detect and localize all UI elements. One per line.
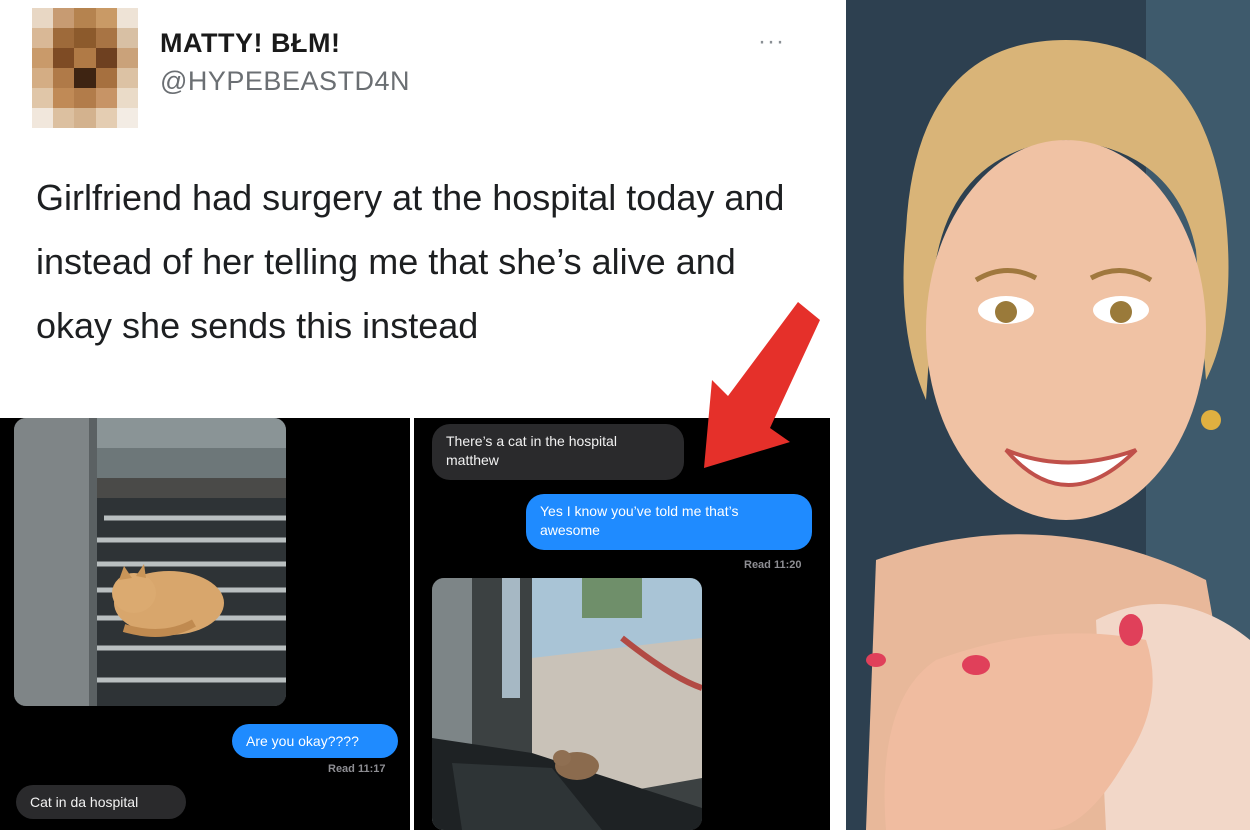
sent-message-bubble[interactable]: Yes I know you’ve told me that’s awesome (526, 494, 812, 550)
panel-divider (830, 0, 846, 830)
tweet-text: Girlfriend had surgery at the hospital t… (36, 177, 785, 346)
received-message-bubble[interactable]: Cat in da hospital (16, 785, 186, 819)
sent-message-bubble[interactable]: Are you okay???? (232, 724, 398, 758)
red-arrow-icon (704, 302, 820, 468)
read-receipt: Read 11:20 (744, 559, 802, 571)
cat-photo-1[interactable] (14, 418, 286, 706)
user-handle[interactable]: @HYPEBEASTD4N (160, 66, 410, 97)
left-message-screenshot: Are you okay???? Read 11:17 Cat in da ho… (0, 418, 410, 830)
cat-photo-2[interactable] (432, 578, 702, 830)
cat-by-window-image (432, 578, 702, 830)
cat-on-stairs-image (14, 418, 286, 706)
display-name[interactable]: MATTY! BŁM! (160, 28, 340, 59)
smiling-woman-image (846, 0, 1250, 830)
more-icon[interactable]: ··· (758, 28, 785, 56)
read-receipt: Read 11:17 (328, 763, 386, 775)
avatar-pixelated[interactable] (32, 8, 138, 128)
reaction-image[interactable] (846, 0, 1250, 830)
received-message-bubble[interactable]: There’s a cat in the hospital matthew (432, 424, 684, 480)
